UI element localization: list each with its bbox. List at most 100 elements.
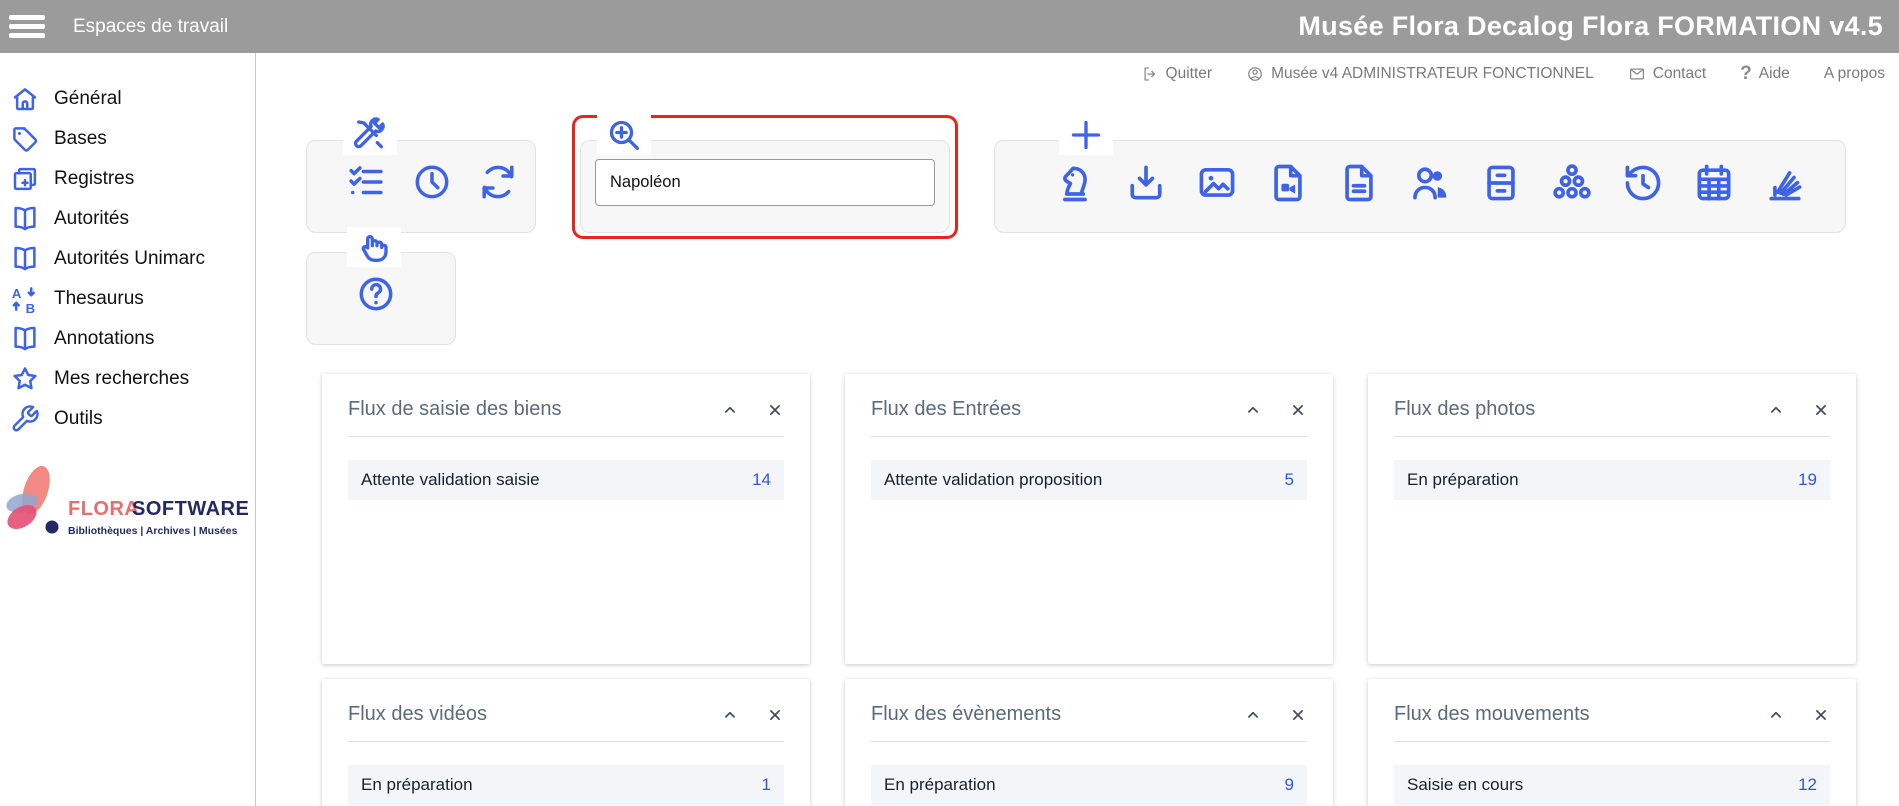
quit-label: Quitter	[1166, 65, 1213, 83]
close-icon[interactable]	[766, 401, 784, 419]
close-icon[interactable]	[1812, 401, 1830, 419]
recent-button[interactable]	[411, 161, 453, 203]
collapse-icon[interactable]	[721, 401, 739, 419]
image-icon	[1195, 161, 1239, 205]
toolbar-group-help	[306, 252, 456, 345]
toolbar-group-creation	[994, 140, 1846, 233]
hamburger-menu-icon[interactable]	[9, 11, 45, 42]
close-icon[interactable]	[1289, 401, 1307, 419]
widget-flux-videos: Flux des vidéos En préparation 1	[322, 679, 810, 806]
close-icon[interactable]	[1812, 706, 1830, 724]
sidebar-item-thesaurus[interactable]: AB Thesaurus	[0, 279, 255, 319]
sidebar-item-bases[interactable]: Bases	[0, 119, 255, 159]
close-icon[interactable]	[1289, 706, 1307, 724]
sidebar-item-autorites[interactable]: Autorités	[0, 199, 255, 239]
sort-alpha-icon: AB	[10, 284, 40, 314]
star-icon	[10, 364, 40, 394]
svg-text:B: B	[26, 301, 35, 314]
widget-flux-mouvements: Flux des mouvements Saisie en cours 12	[1368, 679, 1856, 806]
sidebar-item-mes-recherches[interactable]: Mes recherches	[0, 359, 255, 399]
pointing-hand-icon	[347, 227, 401, 267]
flow-count: 14	[752, 470, 771, 490]
about-button[interactable]: A propos	[1824, 65, 1885, 83]
widget-title: Flux des Entrées	[871, 398, 1244, 421]
close-icon[interactable]	[766, 706, 784, 724]
checklist-button[interactable]	[345, 161, 387, 203]
import-button[interactable]	[1124, 161, 1168, 205]
sidebar-item-registres[interactable]: Registres	[0, 159, 255, 199]
user-circle-icon	[1246, 65, 1264, 83]
flow-label: En préparation	[361, 775, 762, 795]
flow-label: Attente validation proposition	[884, 470, 1285, 490]
sidebar-item-autorites-unimarc[interactable]: Autorités Unimarc	[0, 239, 255, 279]
cluster-icon	[1550, 161, 1594, 205]
workspace-label: Espaces de travail	[73, 16, 228, 38]
archives-button[interactable]	[1479, 161, 1523, 205]
help-button[interactable]: ? Aide	[1740, 63, 1790, 85]
logo-brand-flora: FLORA	[68, 498, 139, 520]
collapse-icon[interactable]	[1767, 401, 1785, 419]
flow-row[interactable]: Attente validation proposition 5	[871, 460, 1307, 500]
documents-button[interactable]	[1337, 161, 1381, 205]
toolbar-row-1	[306, 140, 1899, 233]
collapse-icon[interactable]	[1244, 706, 1262, 724]
widget-flux-photos: Flux des photos En préparation 19	[1368, 374, 1856, 664]
flow-row[interactable]: En préparation 19	[1394, 460, 1830, 500]
flow-row[interactable]: En préparation 1	[348, 765, 784, 805]
widget-flux-entrees: Flux des Entrées Attente validation prop…	[845, 374, 1333, 664]
sidebar-item-label: Registres	[54, 168, 134, 190]
widget-title: Flux des vidéos	[348, 703, 721, 726]
contact-label: Contact	[1653, 65, 1706, 83]
widget-title: Flux des évènements	[871, 703, 1244, 726]
persons-button[interactable]	[1408, 161, 1452, 205]
about-label: A propos	[1824, 65, 1885, 83]
widget-flux-evenements: Flux des évènements En préparation 9	[845, 679, 1333, 806]
current-user[interactable]: Musée v4 ADMINISTRATEUR FONCTIONNEL	[1246, 65, 1594, 83]
help-tool-button[interactable]	[355, 273, 397, 315]
home-icon	[10, 84, 40, 114]
zoom-plus-icon	[597, 115, 651, 155]
objects-button[interactable]	[1053, 161, 1097, 205]
flow-row[interactable]: En préparation 9	[871, 765, 1307, 805]
stack-icon	[1763, 161, 1807, 205]
history-button[interactable]	[1621, 161, 1665, 205]
photos-button[interactable]	[1195, 161, 1239, 205]
sidebar-item-annotations[interactable]: Annotations	[0, 319, 255, 359]
search-input[interactable]	[595, 159, 935, 206]
refresh-button[interactable]	[477, 161, 519, 203]
sidebar: Général Bases Registres Autorités Autori…	[0, 53, 256, 806]
flow-row[interactable]: Saisie en cours 12	[1394, 765, 1830, 805]
sites-button[interactable]	[1550, 161, 1594, 205]
widget-title: Flux des mouvements	[1394, 703, 1767, 726]
flow-count: 19	[1798, 470, 1817, 490]
sidebar-item-outils[interactable]: Outils	[0, 399, 255, 439]
registers-icon	[10, 164, 40, 194]
sidebar-item-general[interactable]: Général	[0, 79, 255, 119]
contact-button[interactable]: Contact	[1628, 65, 1706, 83]
question-mark-icon: ?	[1740, 63, 1752, 85]
videos-button[interactable]	[1266, 161, 1310, 205]
sidebar-item-label: Bases	[54, 128, 107, 150]
reports-button[interactable]	[1763, 161, 1807, 205]
svg-text:A: A	[12, 286, 22, 301]
flow-label: Attente validation saisie	[361, 470, 752, 490]
flow-row[interactable]: Attente validation saisie 14	[348, 460, 784, 500]
collapse-icon[interactable]	[1244, 401, 1262, 419]
chess-knight-icon	[1053, 161, 1097, 205]
envelope-icon	[1628, 65, 1646, 83]
quit-button[interactable]: Quitter	[1141, 65, 1213, 83]
calendar-button[interactable]	[1692, 161, 1736, 205]
checklist-icon	[345, 161, 387, 203]
flow-label: Saisie en cours	[1407, 775, 1798, 795]
collapse-icon[interactable]	[1767, 706, 1785, 724]
widget-flux-saisie-biens: Flux de saisie des biens Attente validat…	[322, 374, 810, 664]
cabinet-icon	[1479, 161, 1523, 205]
main-area: Quitter Musée v4 ADMINISTRATEUR FONCTION…	[256, 53, 1899, 806]
sidebar-item-label: Annotations	[54, 328, 154, 350]
flow-label: En préparation	[884, 775, 1285, 795]
toolbar-row-2	[306, 252, 1899, 345]
collapse-icon[interactable]	[721, 706, 739, 724]
flow-count: 9	[1285, 775, 1294, 795]
sidebar-item-label: Outils	[54, 408, 103, 430]
utility-bar: Quitter Musée v4 ADMINISTRATEUR FONCTION…	[256, 53, 1899, 95]
